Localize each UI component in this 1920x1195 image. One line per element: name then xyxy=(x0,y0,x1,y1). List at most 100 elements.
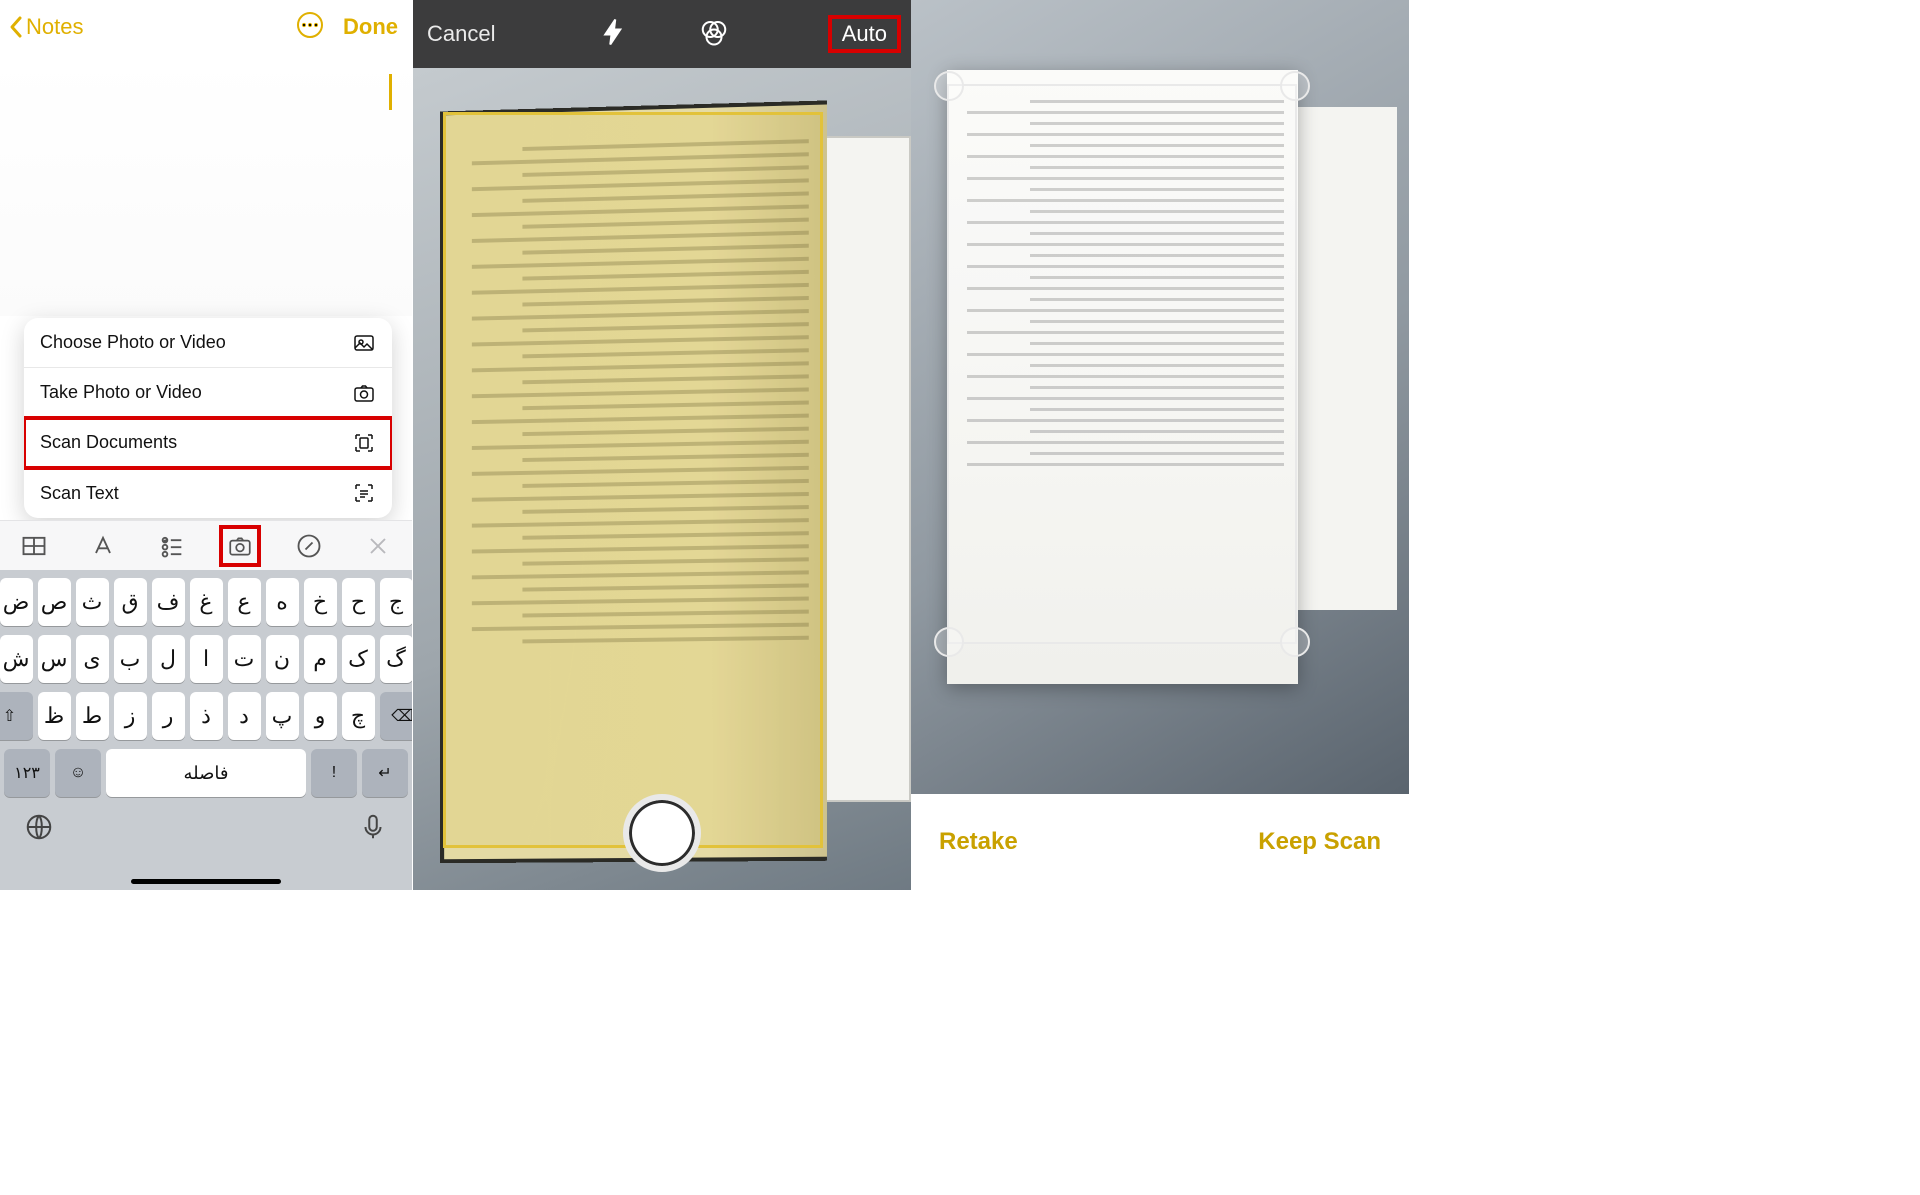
key-گ[interactable]: گ xyxy=(380,635,413,683)
text-cursor xyxy=(389,74,392,110)
detected-document-outline xyxy=(443,112,823,848)
key-م[interactable]: م xyxy=(304,635,337,683)
markup-tool[interactable] xyxy=(292,529,326,563)
mic-icon xyxy=(358,812,388,842)
key-پ[interactable]: پ xyxy=(266,692,299,740)
key-ز[interactable]: ز xyxy=(114,692,147,740)
mic-key[interactable] xyxy=(358,812,388,847)
key-خ[interactable]: خ xyxy=(304,578,337,626)
keep-scan-button[interactable]: Keep Scan xyxy=(1258,828,1381,856)
key-ذ[interactable]: ذ xyxy=(190,692,223,740)
key-ر[interactable]: ر xyxy=(152,692,185,740)
chevron-left-icon xyxy=(8,15,24,39)
checklist-icon xyxy=(158,532,186,560)
photo-icon xyxy=(352,331,376,355)
table-tool[interactable] xyxy=(17,529,51,563)
key-ط[interactable]: ط xyxy=(76,692,109,740)
key-ل[interactable]: ل xyxy=(152,635,185,683)
crop-handle-tl[interactable] xyxy=(934,71,964,101)
text-format-icon xyxy=(89,532,117,560)
crop-handle-bl[interactable] xyxy=(934,627,964,657)
scan-review-screen: Retake Keep Scan xyxy=(911,0,1409,890)
backspace-key[interactable]: ⌫ xyxy=(380,692,414,740)
key-چ[interactable]: چ xyxy=(342,692,375,740)
punct-key[interactable]: ! xyxy=(311,749,357,797)
close-toolbar[interactable] xyxy=(361,529,395,563)
emoji-key[interactable]: ☺ xyxy=(55,749,101,797)
key-ک[interactable]: ک xyxy=(342,635,375,683)
ellipsis-circle-icon xyxy=(295,10,325,40)
key-ج[interactable]: ج xyxy=(380,578,413,626)
key-ف[interactable]: ف xyxy=(152,578,185,626)
crop-view xyxy=(911,0,1409,794)
flash-icon xyxy=(599,17,629,47)
key-ض[interactable]: ض xyxy=(0,578,33,626)
key-ع[interactable]: ع xyxy=(228,578,261,626)
camera-tool[interactable] xyxy=(223,529,257,563)
menu-label: Take Photo or Video xyxy=(40,382,202,403)
globe-icon xyxy=(24,812,54,842)
note-body[interactable] xyxy=(0,56,412,316)
cancel-button[interactable]: Cancel xyxy=(427,21,495,47)
key-ا[interactable]: ا xyxy=(190,635,223,683)
back-button[interactable]: Notes xyxy=(8,14,83,40)
menu-label: Scan Documents xyxy=(40,432,177,453)
home-indicator[interactable] xyxy=(131,879,281,884)
key-ص[interactable]: ص xyxy=(38,578,71,626)
menu-label: Choose Photo or Video xyxy=(40,332,226,353)
table-icon xyxy=(20,532,48,560)
auto-button[interactable]: Auto xyxy=(832,19,897,49)
key-د[interactable]: د xyxy=(228,692,261,740)
notes-app-screen: Notes Done Choose Photo or Video Take Ph… xyxy=(0,0,413,890)
key-ب[interactable]: ب xyxy=(114,635,147,683)
book-in-view xyxy=(439,106,911,862)
doc-scan-icon xyxy=(352,431,376,455)
crop-rectangle[interactable] xyxy=(947,84,1297,644)
key-ی[interactable]: ی xyxy=(76,635,109,683)
attachment-menu: Choose Photo or Video Take Photo or Vide… xyxy=(24,318,392,518)
key-ث[interactable]: ث xyxy=(76,578,109,626)
close-icon xyxy=(364,532,392,560)
camera-top-bar: Cancel Auto xyxy=(413,0,911,68)
filter-circles-icon xyxy=(699,17,729,47)
space-key[interactable]: فاصله xyxy=(106,749,306,797)
key-س[interactable]: س xyxy=(38,635,71,683)
camera-icon xyxy=(227,532,253,560)
shift-key[interactable]: ⇧ xyxy=(0,692,33,740)
done-button[interactable]: Done xyxy=(343,14,398,40)
camera-viewfinder xyxy=(413,68,911,890)
pen-circle-icon xyxy=(295,532,323,560)
scan-camera-screen: Cancel Auto xyxy=(413,0,911,890)
num-key[interactable]: ۱۲۳ xyxy=(4,749,50,797)
key-ت[interactable]: ت xyxy=(228,635,261,683)
return-key[interactable]: ↵ xyxy=(362,749,408,797)
checklist-tool[interactable] xyxy=(155,529,189,563)
menu-scan-documents[interactable]: Scan Documents xyxy=(24,418,392,468)
crop-handle-br[interactable] xyxy=(1280,627,1310,657)
flash-button[interactable] xyxy=(599,17,629,52)
menu-scan-text[interactable]: Scan Text xyxy=(24,468,392,518)
crop-handle-tr[interactable] xyxy=(1280,71,1310,101)
key-و[interactable]: و xyxy=(304,692,337,740)
key-ش[interactable]: ش xyxy=(0,635,33,683)
key-ح[interactable]: ح xyxy=(342,578,375,626)
key-غ[interactable]: غ xyxy=(190,578,223,626)
shutter-button[interactable] xyxy=(623,794,701,872)
key-ق[interactable]: ق xyxy=(114,578,147,626)
note-toolbar xyxy=(0,520,412,570)
globe-key[interactable] xyxy=(24,812,54,847)
back-label: Notes xyxy=(26,14,83,40)
persian-keyboard: ضصثقفغعهخحج شسیبلاتنمکگ ⇧ظطزرذدپوچ⌫ ۱۲۳ … xyxy=(0,570,412,890)
text-scan-icon xyxy=(352,481,376,505)
more-button[interactable] xyxy=(295,10,325,45)
retake-button[interactable]: Retake xyxy=(939,828,1018,856)
menu-take-photo[interactable]: Take Photo or Video xyxy=(24,368,392,418)
notes-top-bar: Notes Done xyxy=(0,0,412,56)
menu-choose-photo[interactable]: Choose Photo or Video xyxy=(24,318,392,368)
menu-label: Scan Text xyxy=(40,483,119,504)
key-ن[interactable]: ن xyxy=(266,635,299,683)
key-ه[interactable]: ه xyxy=(266,578,299,626)
key-ظ[interactable]: ظ xyxy=(38,692,71,740)
filter-button[interactable] xyxy=(699,17,729,52)
format-tool[interactable] xyxy=(86,529,120,563)
